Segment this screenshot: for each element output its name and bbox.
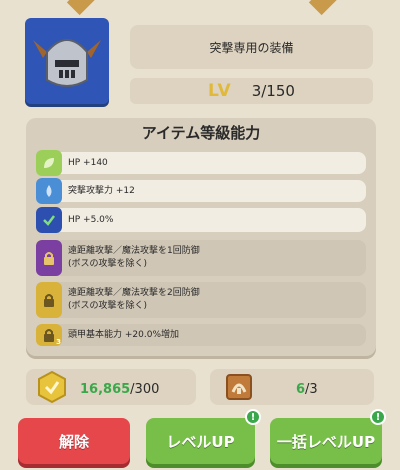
item-icon-frame bbox=[25, 18, 109, 104]
release-button[interactable]: 解除 bbox=[18, 418, 130, 464]
grade-row-text: HP +5.0% bbox=[68, 214, 114, 225]
grade-row-text: 突撃攻撃力 +12 bbox=[68, 185, 135, 196]
lock-icon bbox=[36, 240, 62, 276]
check-icon bbox=[36, 207, 62, 233]
grade-row: HP +140 bbox=[36, 150, 366, 176]
level-value: 3/150 bbox=[251, 82, 295, 100]
grade-row-text: 遠距離攻撃／魔法攻撃を1回防御 bbox=[68, 246, 200, 256]
grade-row-text: HP +140 bbox=[68, 157, 108, 168]
scroll-current: 6 bbox=[296, 381, 306, 397]
leaf-icon bbox=[36, 150, 62, 176]
lock-icon bbox=[36, 282, 62, 318]
scroll-icon bbox=[226, 374, 252, 400]
grade-row: 3 頭甲基本能力 +20.0%増加 bbox=[36, 324, 366, 346]
alert-icon: ! bbox=[370, 409, 386, 425]
grade-row-note: (ボスの攻撃を除く) bbox=[68, 259, 148, 269]
lock-badge: 3 bbox=[56, 338, 61, 346]
level-tag: LV bbox=[208, 81, 232, 101]
grade-row-text: 遠距離攻撃／魔法攻撃を2回防御 bbox=[68, 288, 200, 298]
grade-row: 遠距離攻撃／魔法攻撃を2回防御 (ボスの攻撃を除く) bbox=[36, 282, 366, 318]
grade-row-text: 頭甲基本能力 +20.0%増加 bbox=[68, 329, 179, 340]
scroll-required: /3 bbox=[305, 381, 318, 397]
lock-icon: 3 bbox=[36, 324, 62, 346]
level-up-button[interactable]: レベルUP bbox=[146, 418, 255, 464]
item-name: 突撃専用の装備 bbox=[130, 25, 373, 69]
grade-row: 突撃攻撃力 +12 bbox=[36, 178, 366, 204]
helmet-icon bbox=[33, 39, 101, 87]
bulk-level-up-button[interactable]: 一括レベルUP bbox=[270, 418, 382, 464]
grade-title: アイテム等級能力 bbox=[141, 123, 261, 142]
alert-icon: ! bbox=[245, 409, 261, 425]
gold-current: 16,865 bbox=[80, 381, 131, 397]
grade-row-note: (ボスの攻撃を除く) bbox=[68, 301, 148, 311]
grade-row: HP +5.0% bbox=[36, 207, 366, 233]
scroll-resource: 6/3 bbox=[210, 369, 374, 405]
gold-resource: 16,865/300 bbox=[26, 369, 196, 405]
drop-icon bbox=[36, 178, 62, 204]
item-level: LV 3/150 bbox=[130, 78, 373, 104]
grade-row: 遠距離攻撃／魔法攻撃を1回防御 (ボスの攻撃を除く) bbox=[36, 240, 366, 276]
gold-coin-icon bbox=[38, 370, 66, 404]
gold-required: /300 bbox=[130, 381, 160, 397]
